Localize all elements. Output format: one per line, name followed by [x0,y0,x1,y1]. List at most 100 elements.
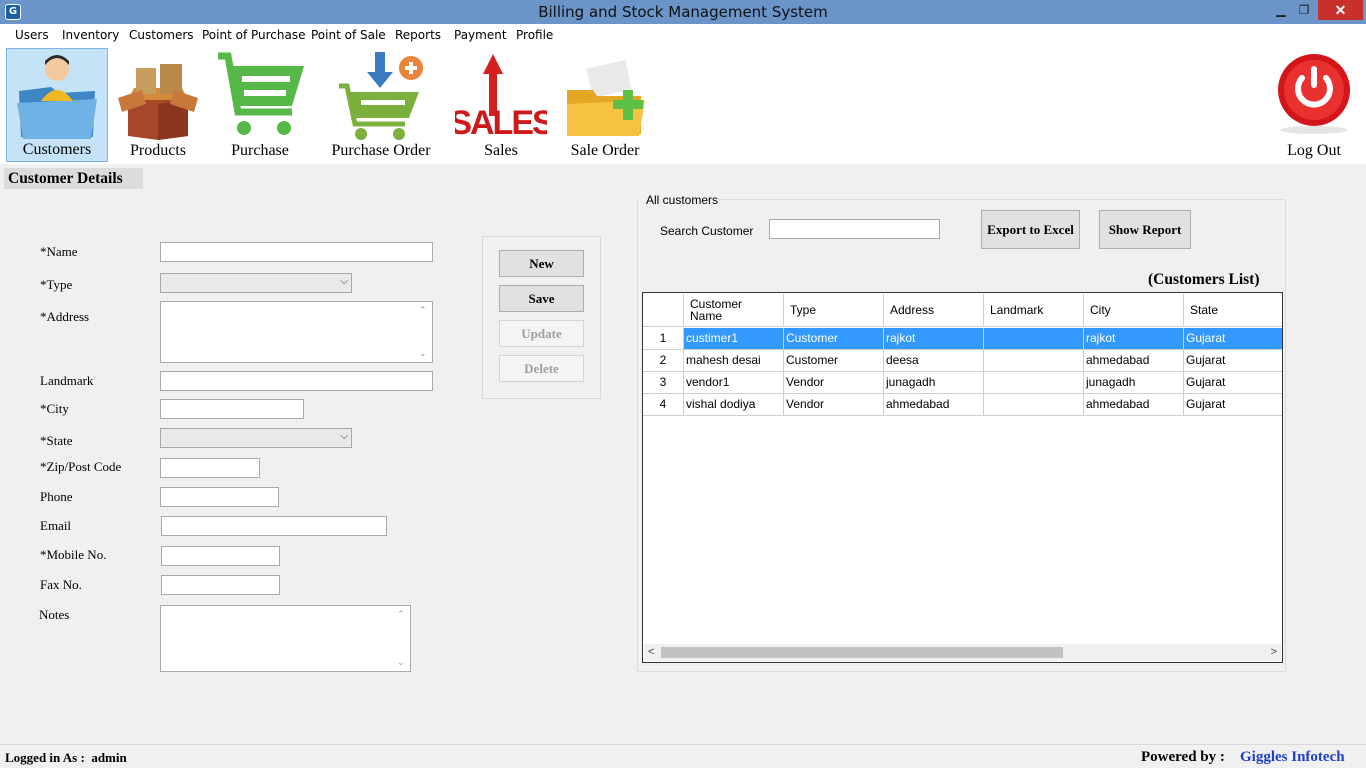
group-border-line [712,199,1286,200]
customer-name-cell[interactable]: vendor1 [684,372,784,394]
menu-profile[interactable]: Profile [516,28,553,42]
type-select[interactable]: ⌵ [160,273,352,293]
save-button[interactable]: Save [499,285,584,312]
mobile-input[interactable] [161,546,280,566]
export-excel-button[interactable]: Export to Excel [981,210,1080,249]
row-number[interactable]: 1 [643,328,684,350]
customers-tool-label: Customers [22,141,92,158]
row-number[interactable]: 3 [643,372,684,394]
column-header-state[interactable]: State [1184,294,1282,327]
column-header-customer-name[interactable]: Customer Name [684,294,784,327]
grid-corner-header [643,294,684,327]
minimize-button[interactable]: ▁ [1268,0,1294,20]
city-label: *City [40,401,69,416]
column-header-city[interactable]: City [1084,294,1184,327]
power-icon [1278,54,1350,134]
purchase-tool-label: Purchase [231,142,289,159]
search-customer-input[interactable] [769,219,940,239]
customer-name-cell[interactable]: custimer1 [684,328,784,350]
email-input[interactable] [161,516,387,536]
landmark-cell[interactable] [984,328,1084,350]
menu-reports[interactable]: Reports [395,28,441,42]
type-cell[interactable]: Vendor [784,372,884,394]
notes-textarea[interactable]: ⌃ ⌄ [160,605,411,672]
scroll-left-icon[interactable]: < [648,644,654,661]
address-scrollbar[interactable]: ⌃ ⌄ [415,302,432,362]
horizontal-scrollbar[interactable]: < > [644,644,1281,661]
toolbar: Customers Products Purchase Purchase Ord… [0,46,1366,164]
scroll-down-icon: ⌄ [419,348,427,358]
landmark-cell[interactable] [984,350,1084,372]
column-header-landmark[interactable]: Landmark [984,294,1084,327]
sales-tool-button[interactable]: SALES Sales [455,48,547,162]
cart-order-icon [339,52,423,140]
address-cell[interactable]: deesa [884,350,984,372]
logout-tool-label: Log Out [1287,142,1341,159]
search-label: Search Customer [660,224,754,238]
purchase-tool-button[interactable]: Purchase [214,48,306,162]
landmark-cell[interactable] [984,394,1084,416]
maximize-button[interactable]: ❐ [1294,0,1314,20]
scroll-right-icon[interactable]: > [1271,644,1277,661]
column-header-address[interactable]: Address [884,294,984,327]
purchase-order-tool-button[interactable]: Purchase Order [316,48,446,162]
city-input[interactable] [160,399,304,419]
city-cell[interactable]: rajkot [1084,328,1184,350]
state-cell[interactable]: Gujarat [1184,350,1282,372]
landmark-input[interactable] [160,371,433,391]
menu-customers[interactable]: Customers [129,28,194,42]
state-select[interactable]: ⌵ [160,428,352,448]
address-cell[interactable]: ahmedabad [884,394,984,416]
scroll-down-icon: ⌄ [397,657,405,667]
email-label: Email [40,518,72,533]
logged-in-label: Logged in As : [5,750,85,765]
menu-users[interactable]: Users [15,28,49,42]
close-button[interactable]: ✕ [1318,0,1363,20]
notes-label: Notes [39,607,70,622]
state-cell[interactable]: Gujarat [1184,372,1282,394]
state-cell[interactable]: Gujarat [1184,394,1282,416]
customer-name-cell[interactable]: mahesh desai [684,350,784,372]
new-button[interactable]: New [499,250,584,277]
products-tool-button[interactable]: Products [112,48,204,162]
type-cell[interactable]: Vendor [784,394,884,416]
status-bar: Logged in As : admin Powered by : Giggle… [0,744,1366,768]
city-cell[interactable]: junagadh [1084,372,1184,394]
zip-input[interactable] [160,458,260,478]
fax-input[interactable] [161,575,280,595]
column-header-type[interactable]: Type [784,294,884,327]
address-textarea[interactable]: ⌃ ⌄ [160,301,433,363]
scroll-thumb[interactable] [661,647,1063,658]
phone-input[interactable] [160,487,279,507]
city-cell[interactable]: ahmedabad [1084,350,1184,372]
notes-scrollbar[interactable]: ⌃ ⌄ [393,606,410,671]
address-cell[interactable]: rajkot [884,328,984,350]
scroll-up-icon: ⌃ [419,305,427,315]
type-cell[interactable]: Customer [784,328,884,350]
customers-grid[interactable]: Customer Name Type Address Landmark City… [642,292,1283,663]
type-cell[interactable]: Customer [784,350,884,372]
landmark-cell[interactable] [984,372,1084,394]
row-number[interactable]: 4 [643,394,684,416]
title-bar: G Billing and Stock Management System ▁ … [0,0,1366,24]
customer-name-cell[interactable]: vishal dodiya [684,394,784,416]
delete-button[interactable]: Delete [499,355,584,382]
sale-order-tool-button[interactable]: Sale Order [557,48,653,162]
address-cell[interactable]: junagadh [884,372,984,394]
menu-inventory[interactable]: Inventory [62,28,119,42]
chevron-down-icon: ⌵ [340,431,348,442]
menu-point-of-sale[interactable]: Point of Sale [311,28,386,42]
logout-tool-button[interactable]: Log Out [1270,48,1358,162]
state-cell[interactable]: Gujarat [1184,328,1282,350]
update-button[interactable]: Update [499,320,584,347]
show-report-button[interactable]: Show Report [1099,210,1191,249]
menu-payment[interactable]: Payment [454,28,507,42]
fax-label: Fax No. [40,577,82,592]
row-number[interactable]: 2 [643,350,684,372]
folder-add-icon [567,60,645,136]
sales-tool-label: Sales [484,142,518,159]
name-input[interactable] [160,242,433,262]
menu-point-of-purchase[interactable]: Point of Purchase [202,28,305,42]
customers-tool-button[interactable]: Customers [6,48,108,162]
city-cell[interactable]: ahmedabad [1084,394,1184,416]
